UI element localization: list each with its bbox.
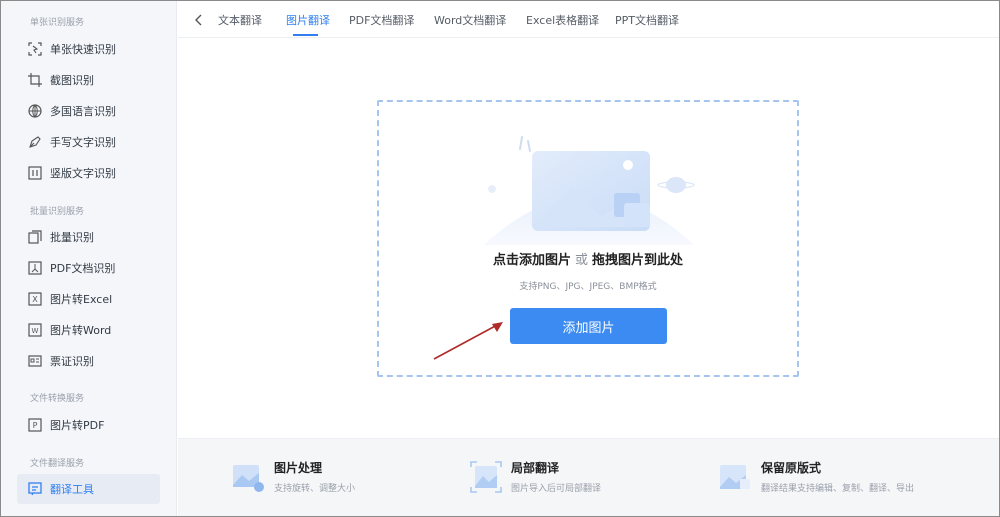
sidebar-item-ticket[interactable]: 票证识别 [17,346,160,376]
back-arrow-icon[interactable] [192,12,206,26]
sidebar-item-screenshot[interactable]: 截图识别 [17,65,160,95]
crop-icon [28,73,42,87]
pdf-icon [28,261,42,275]
vertical-text-icon [28,166,42,180]
upload-title: 点击添加图片或拖拽图片到此处 [379,249,797,268]
sidebar-item-multi-language[interactable]: 多国语言识别 [17,96,160,126]
svg-text:P: P [33,421,38,430]
tab-excel-translate[interactable]: Excel表格翻译 [526,12,599,28]
section-title-translate: 文件翻译服务 [30,459,85,469]
feature-bar: 图片处理 支持旋转、调整大小 局部翻译 图片导入后可局部翻译 保留原版式 翻译结… [178,438,999,516]
partial-translate-icon [470,461,502,493]
sidebar-item-label: 图片转Excel [50,293,113,306]
sidebar-item-label: 翻译工具 [50,483,94,496]
sidebar-item-quick-scan[interactable]: 单张快速识别 [17,34,160,64]
sidebar-item-pdf-recognize[interactable]: PDF文档识别 [17,253,160,283]
svg-text:X: X [32,295,38,304]
feature-desc: 翻译结果支持编辑、复制、翻译、导出 [761,484,915,494]
section-title-batch: 批量识别服务 [30,207,85,217]
feature-title: 保留原版式 [761,461,822,475]
supported-formats-hint: 支持PNG、JPG、JPEG、BMP格式 [519,282,657,292]
sidebar-item-label: 多国语言识别 [50,105,116,118]
sidebar-item-translate-tool[interactable]: 翻译工具 [17,474,160,504]
globe-icon [28,104,42,118]
image-process-icon [233,465,264,492]
tab-text-translate[interactable]: 文本翻译 [218,12,262,28]
section-title-single: 单张识别服务 [30,18,85,28]
sidebar-item-label: 手写文字识别 [50,136,116,149]
sidebar-item-label: 图片转Word [50,324,112,337]
sidebar-item-label: PDF文档识别 [50,262,116,275]
sidebar-item-label: 票证识别 [50,355,94,368]
feature-desc: 图片导入后可局部翻译 [511,484,602,494]
click-to-add-text: 点击添加图片 [492,253,571,268]
add-image-button[interactable]: 添加图片 [510,308,667,344]
section-title-convert: 文件转换服务 [30,394,85,404]
svg-text:W: W [32,327,39,335]
sidebar-item-label: 批量识别 [50,231,94,244]
sidebar: 单张识别服务 单张快速识别 截图识别 多国语言识别 手写文字识别 竖版文字识别 … [1,1,177,516]
or-text: 或 [574,253,588,268]
sidebar-item-image-to-word[interactable]: W 图片转Word [17,315,160,345]
feature-title: 图片处理 [274,461,323,475]
app-window: 单张识别服务 单张快速识别 截图识别 多国语言识别 手写文字识别 竖版文字识别 … [1,1,999,516]
feature-desc: 支持旋转、调整大小 [274,484,356,494]
sidebar-item-image-to-excel[interactable]: X 图片转Excel [17,284,160,314]
ticket-icon [28,354,42,368]
tab-ppt-translate[interactable]: PPT文档翻译 [615,12,679,28]
active-tab-indicator [293,34,318,36]
annotation-arrow-icon [433,322,503,360]
quick-scan-icon [28,42,42,56]
upload-illustration-icon [484,136,695,245]
excel-icon: X [28,292,42,306]
sidebar-item-label: 图片转PDF [50,419,105,432]
sidebar-item-batch[interactable]: 批量识别 [17,222,160,252]
sidebar-item-handwriting[interactable]: 手写文字识别 [17,127,160,157]
tab-image-translate[interactable]: 图片翻译 [286,12,330,28]
sidebar-item-vertical-text[interactable]: 竖版文字识别 [17,158,160,188]
drag-here-text: 拖拽图片到此处 [592,253,684,268]
sidebar-item-label: 单张快速识别 [50,43,116,56]
sidebar-item-label: 竖版文字识别 [50,167,116,180]
sidebar-item-image-to-pdf[interactable]: P 图片转PDF [17,410,160,440]
tab-bar: 文本翻译 图片翻译 PDF文档翻译 Word文档翻译 Excel表格翻译 PPT… [178,1,999,38]
sidebar-item-label: 截图识别 [50,74,94,87]
tab-word-translate[interactable]: Word文档翻译 [434,12,506,28]
pen-icon [28,135,42,149]
word-icon: W [28,323,42,337]
feature-title: 局部翻译 [511,461,560,475]
batch-icon [28,230,42,244]
translate-icon [28,482,42,496]
tab-pdf-translate[interactable]: PDF文档翻译 [349,12,414,28]
keep-layout-icon [720,465,750,489]
pdf-convert-icon: P [28,418,42,432]
